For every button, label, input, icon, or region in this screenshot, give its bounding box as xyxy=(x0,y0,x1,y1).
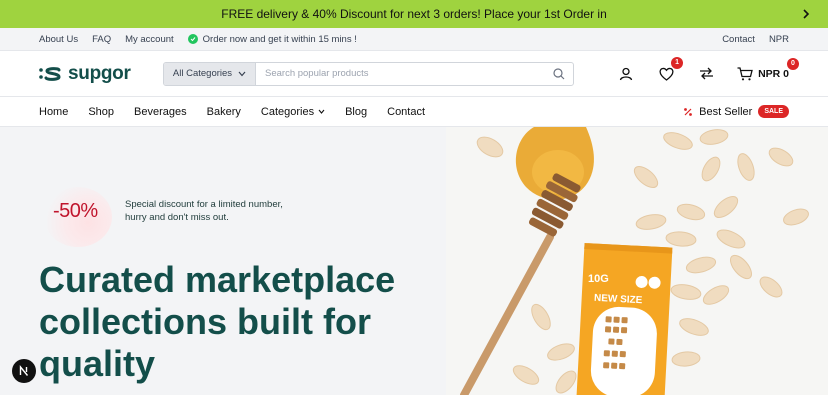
discount-text: Special discount for a limited number, h… xyxy=(125,199,283,223)
cart-count-badge: 0 xyxy=(787,57,799,70)
hero-product-image xyxy=(446,127,828,395)
delivery-notice-text: Order now and get it within 15 mins ! xyxy=(202,33,357,45)
heart-icon xyxy=(659,67,674,81)
logo-text: supgor xyxy=(68,62,131,84)
package-weight-label: 10G xyxy=(588,273,609,285)
user-icon[interactable] xyxy=(617,65,635,83)
contact-top-link[interactable]: Contact xyxy=(722,34,755,45)
currency-selector[interactable]: NPR xyxy=(769,34,789,45)
discount-value: -50% xyxy=(53,200,98,222)
delivery-notice: Order now and get it within 15 mins ! xyxy=(187,33,357,45)
hero-banner: -50% Special discount for a limited numb… xyxy=(0,127,828,395)
nav-contact[interactable]: Contact xyxy=(387,106,425,118)
nav-shop[interactable]: Shop xyxy=(88,106,114,118)
utility-bar: About Us FAQ My account Order now and ge… xyxy=(0,28,828,51)
search-icon[interactable] xyxy=(545,63,573,85)
nav-beverages[interactable]: Beverages xyxy=(134,106,187,118)
promo-bar: FREE delivery & 40% Discount for next 3 … xyxy=(0,0,828,28)
main-nav: Home Shop Beverages Bakery Categories Bl… xyxy=(0,97,828,127)
main-header: supgor All Categories 1 NPR 0 0 xyxy=(0,51,828,97)
next-logo-icon[interactable] xyxy=(12,359,36,383)
category-select[interactable]: All Categories xyxy=(164,62,256,85)
nav-categories[interactable]: Categories xyxy=(261,106,325,118)
my-account-link[interactable]: My account xyxy=(125,34,174,45)
wishlist-count-badge: 1 xyxy=(671,56,684,69)
chevron-down-icon xyxy=(238,71,246,76)
nav-home[interactable]: Home xyxy=(39,106,68,118)
nav-bakery[interactable]: Bakery xyxy=(207,106,241,118)
best-seller-link[interactable]: Best Seller SALE xyxy=(683,105,789,118)
cart-total: NPR 0 xyxy=(758,67,789,80)
check-circle-icon xyxy=(187,34,198,44)
chevron-down-icon xyxy=(318,109,325,114)
logo[interactable]: supgor xyxy=(39,63,163,85)
logo-icon xyxy=(39,66,61,81)
search-input[interactable] xyxy=(256,62,545,85)
faq-link[interactable]: FAQ xyxy=(92,34,111,45)
cart-button[interactable]: NPR 0 0 xyxy=(737,57,799,81)
chevron-right-icon[interactable] xyxy=(798,6,814,22)
compare-arrows-icon[interactable] xyxy=(697,65,715,83)
nav-categories-label: Categories xyxy=(260,105,315,118)
best-seller-label: Best Seller xyxy=(699,105,753,118)
cart-icon xyxy=(737,66,753,80)
promo-text: FREE delivery & 40% Discount for next 3 … xyxy=(221,7,607,21)
hero-title: Curated marketplace collections built fo… xyxy=(39,259,396,384)
nav-blog[interactable]: Blog xyxy=(345,106,367,118)
category-select-label: All Categories xyxy=(172,68,233,79)
percent-icon xyxy=(684,107,693,116)
wishlist-button[interactable]: 1 xyxy=(657,56,684,83)
sale-badge: SALE xyxy=(758,105,789,118)
about-us-link[interactable]: About Us xyxy=(39,34,78,45)
search-bar: All Categories xyxy=(163,61,574,86)
